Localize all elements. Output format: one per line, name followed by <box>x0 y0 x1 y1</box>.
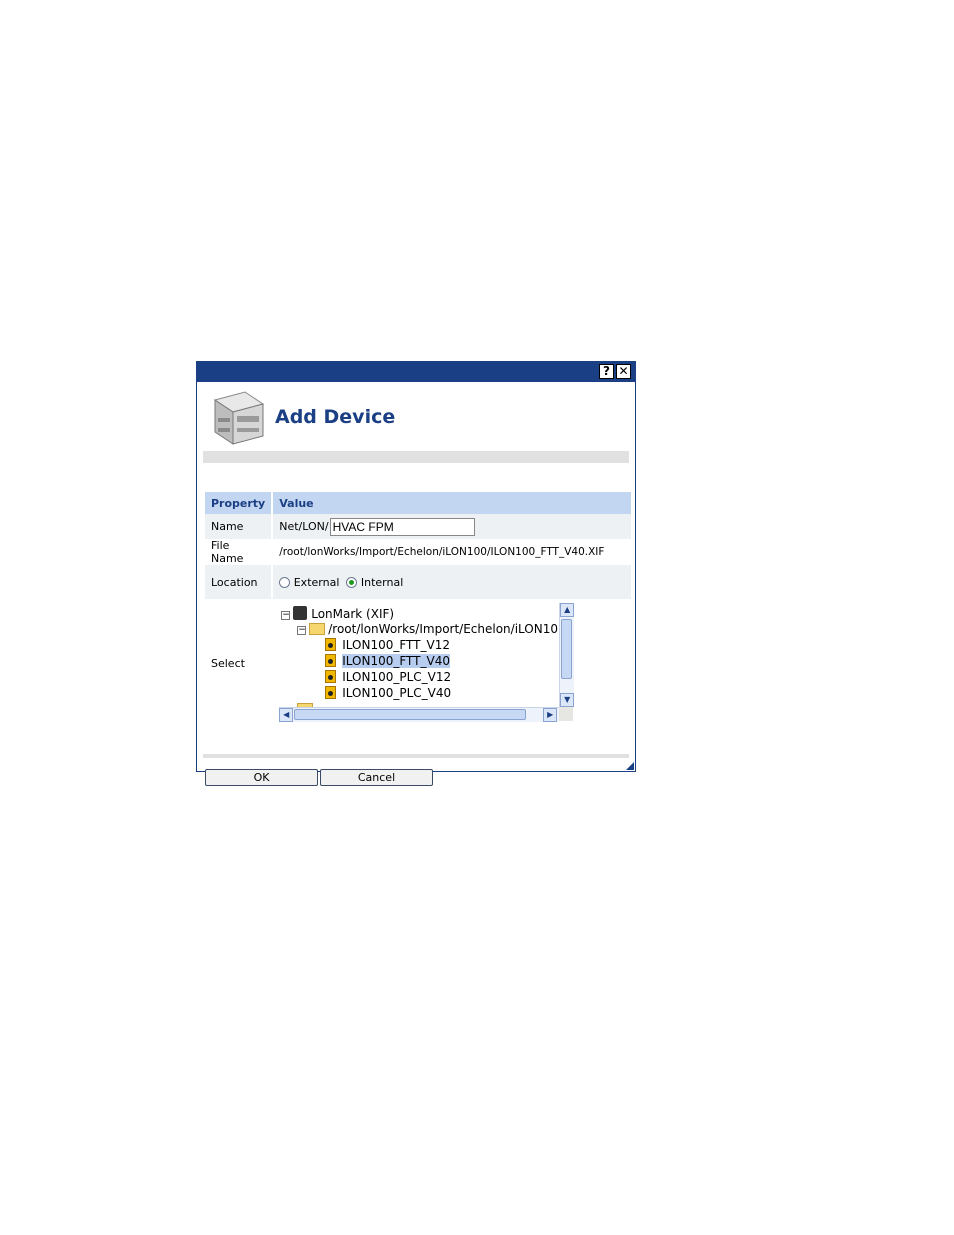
tree-item[interactable]: ILON100_PLC_V12 <box>325 670 451 685</box>
location-label: Location <box>205 565 274 599</box>
tree-item-label: ILON100_PLC_V12 <box>342 670 452 684</box>
tree-item[interactable]: ILON100_PLC_V40 <box>325 686 451 701</box>
tree-item[interactable]: ILON100_FTT_V12 <box>325 638 450 653</box>
filename-label: File Name <box>205 539 274 565</box>
header-value: Value <box>272 492 631 514</box>
header-property: Property <box>205 492 274 514</box>
xif-file-icon <box>325 670 337 683</box>
table-row-select: Select − LonMark (XIF) −/root/lonWorks/Im… <box>205 599 631 727</box>
dialog-title: Add Device <box>275 406 396 428</box>
scroll-up-icon[interactable]: ▲ <box>560 603 575 617</box>
scroll-right-icon[interactable]: ▶ <box>543 708 558 722</box>
filename-value: /root/lonWorks/Import/Echelon/iLON100/IL… <box>279 546 605 558</box>
xif-file-icon <box>325 654 337 667</box>
tree-folder-node[interactable]: − /root/lonWorks/Import/Echelon/iLON10 <box>297 622 558 637</box>
collapse-icon[interactable]: − <box>297 626 307 635</box>
footer-divider <box>203 754 629 758</box>
radio-internal-label: Internal <box>360 575 404 589</box>
horizontal-scroll-thumb[interactable] <box>294 709 527 720</box>
xif-file-icon <box>325 686 337 699</box>
device-module-icon <box>213 391 265 445</box>
name-input[interactable]: HVAC FPM <box>329 517 475 536</box>
scroll-left-icon[interactable]: ◀ <box>279 708 294 722</box>
table-row-filename: File Name /root/lonWorks/Import/Echelon/… <box>205 539 631 565</box>
vertical-scroll-thumb[interactable] <box>561 619 573 679</box>
radio-internal[interactable] <box>346 576 358 588</box>
select-label: Select <box>205 599 274 727</box>
properties-table: Property Value Name Net/LON/HVAC FPM Fil… <box>205 492 631 727</box>
folder-icon <box>309 623 326 635</box>
tree-item-label: ILON100_FTT_V40 <box>342 654 450 668</box>
radio-external-label: External <box>293 575 340 589</box>
tree-root-node[interactable]: − LonMark (XIF) <box>281 606 394 621</box>
table-header-row: Property Value <box>205 492 631 514</box>
table-row-location: Location External Internal <box>205 565 631 599</box>
table-row-name: Name Net/LON/HVAC FPM <box>205 514 631 539</box>
tree-root-label: LonMark (XIF) <box>311 607 395 621</box>
dialog-titlebar[interactable]: ? ✕ <box>197 362 635 382</box>
resize-grip-icon[interactable] <box>626 762 634 770</box>
scroll-down-icon[interactable]: ▼ <box>560 693 575 707</box>
name-label: Name <box>205 514 274 539</box>
lonmark-cube-icon <box>293 606 308 620</box>
help-icon: ? <box>603 364 610 378</box>
tree-horizontal-scrollbar[interactable]: ◀ ▶ <box>279 707 560 722</box>
help-button[interactable]: ? <box>599 364 614 379</box>
close-icon: ✕ <box>618 364 629 378</box>
cancel-button[interactable]: Cancel <box>320 769 433 786</box>
radio-external[interactable] <box>279 576 291 588</box>
tree-item-label: ILON100_FTT_V12 <box>342 638 450 652</box>
close-button[interactable]: ✕ <box>616 364 631 379</box>
scroll-corner <box>559 707 574 721</box>
add-device-dialog: ? ✕ Add Device Property Value Name Net/L… <box>196 361 636 786</box>
xif-file-icon <box>325 638 337 651</box>
tree-item-label: ILON100_PLC_V40 <box>342 686 452 700</box>
header-divider <box>203 451 629 463</box>
name-prefix: Net/LON/ <box>279 519 329 533</box>
collapse-icon[interactable]: − <box>281 611 291 620</box>
tree-vertical-scrollbar[interactable]: ▲ ▼ <box>559 603 575 707</box>
xif-tree[interactable]: − LonMark (XIF) −/root/lonWorks/Import/Ec… <box>279 603 575 723</box>
ok-button[interactable]: OK <box>205 769 318 786</box>
tree-folder-label: /root/lonWorks/Import/Echelon/iLON10 <box>328 622 558 636</box>
tree-item-selected[interactable]: ILON100_FTT_V40 <box>325 654 450 669</box>
dialog-body: Add Device Property Value Name Net/LON/H… <box>201 384 631 786</box>
